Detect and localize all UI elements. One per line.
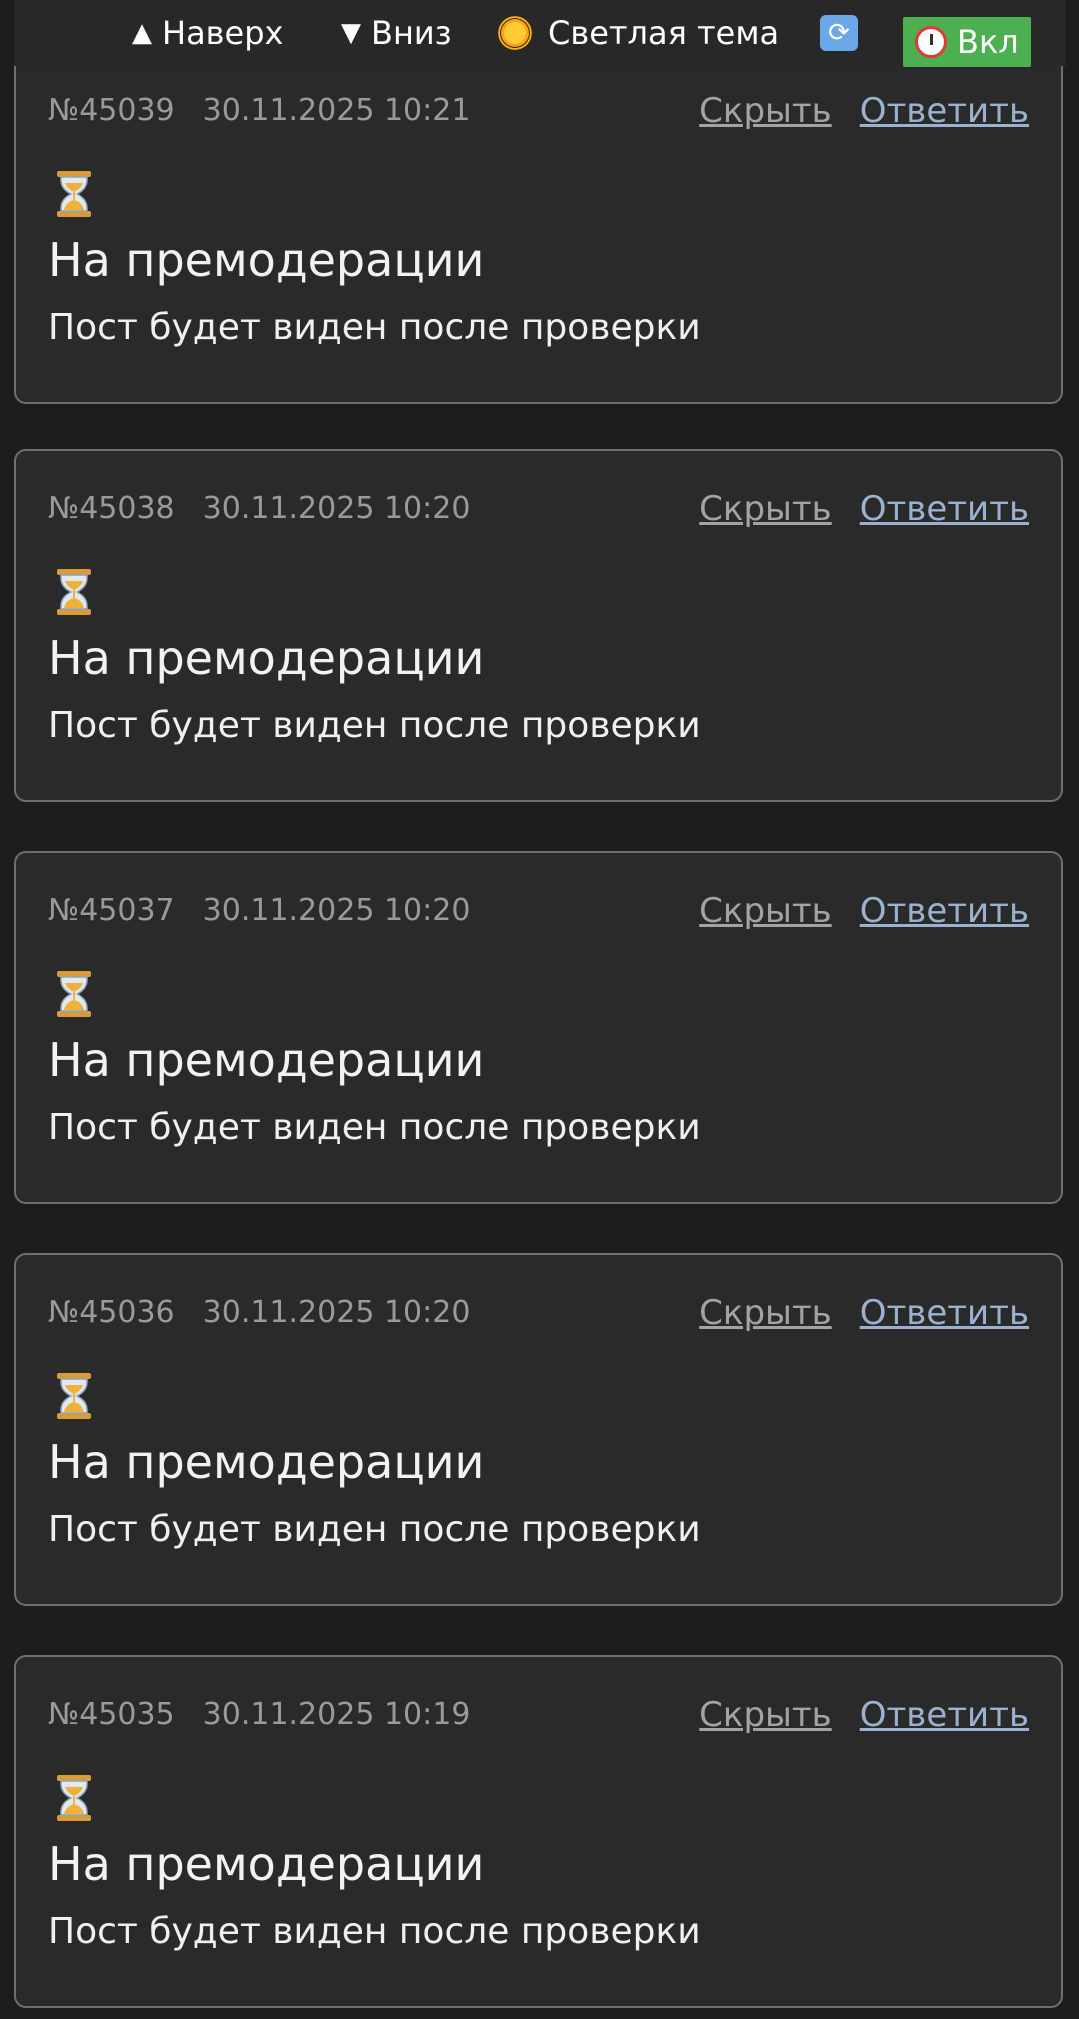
hide-link[interactable]: Скрыть (699, 1695, 832, 1735)
hourglass-icon (57, 971, 91, 1017)
post-status-text: Пост будет виден после проверки (48, 307, 701, 348)
post-card: №45038 30.11.2025 10:20 Скрыть Ответить На… (14, 449, 1063, 802)
hourglass-icon (57, 1775, 91, 1821)
refresh-button[interactable]: ⟳ (820, 0, 858, 66)
scroll-top-button[interactable]: ▲ Наверх (132, 0, 283, 66)
arrow-down-icon: ▼ (341, 18, 361, 48)
reply-link[interactable]: Ответить (860, 489, 1029, 529)
post-status-title: На премодерации (48, 1033, 485, 1087)
post-actions: Скрыть Ответить (699, 891, 1029, 931)
post-status-title: На премодерации (48, 631, 485, 685)
hide-link[interactable]: Скрыть (699, 891, 832, 931)
scroll-bottom-label: Вниз (371, 14, 452, 52)
post-meta: №45038 30.11.2025 10:20 (48, 491, 470, 526)
post-meta: №45035 30.11.2025 10:19 (48, 1697, 470, 1732)
alarm-clock-icon (915, 26, 947, 58)
post-card: №45037 30.11.2025 10:20 Скрыть Ответить На… (14, 851, 1063, 1204)
theme-toggle-button[interactable]: Светлая тема (496, 0, 779, 66)
top-toolbar: ▲ Наверх ▼ Вниз Светлая тема ⟳ Вкл (14, 0, 1066, 67)
post-actions: Скрыть Ответить (699, 1695, 1029, 1735)
sun-icon (496, 14, 534, 52)
reply-link[interactable]: Ответить (860, 91, 1029, 131)
hide-link[interactable]: Скрыть (699, 489, 832, 529)
post-status-title: На премодерации (48, 233, 485, 287)
post-status-text: Пост будет виден после проверки (48, 705, 701, 746)
post-actions: Скрыть Ответить (699, 1293, 1029, 1333)
post-card: №45035 30.11.2025 10:19 Скрыть Ответить На… (14, 1655, 1063, 2008)
post-number: №45038 (48, 491, 175, 526)
auto-refresh-toggle[interactable]: Вкл (903, 17, 1031, 67)
hourglass-icon (57, 171, 91, 217)
hourglass-icon (57, 569, 91, 615)
refresh-icon: ⟳ (820, 15, 858, 51)
post-actions: Скрыть Ответить (699, 91, 1029, 131)
arrow-up-icon: ▲ (132, 18, 152, 48)
post-status-text: Пост будет виден после проверки (48, 1107, 701, 1148)
post-actions: Скрыть Ответить (699, 489, 1029, 529)
post-datetime: 30.11.2025 10:20 (202, 1295, 471, 1330)
post-number: №45035 (48, 1697, 175, 1732)
post-status-title: На премодерации (48, 1837, 485, 1891)
post-number: №45037 (48, 893, 175, 928)
reply-link[interactable]: Ответить (860, 891, 1029, 931)
post-number: №45036 (48, 1295, 175, 1330)
hide-link[interactable]: Скрыть (699, 1293, 832, 1333)
page: ▲ Наверх ▼ Вниз Светлая тема ⟳ Вкл №4503… (0, 0, 1079, 2019)
scroll-bottom-button[interactable]: ▼ Вниз (341, 0, 452, 66)
post-meta: №45039 30.11.2025 10:21 (48, 93, 470, 128)
post-datetime: 30.11.2025 10:20 (202, 491, 471, 526)
auto-refresh-label: Вкл (957, 23, 1019, 61)
hourglass-icon (57, 1373, 91, 1419)
post-datetime: 30.11.2025 10:19 (202, 1697, 471, 1732)
hide-link[interactable]: Скрыть (699, 91, 832, 131)
post-meta: №45037 30.11.2025 10:20 (48, 893, 470, 928)
post-status-title: На премодерации (48, 1435, 485, 1489)
scroll-top-label: Наверх (162, 14, 284, 52)
post-status-text: Пост будет виден после проверки (48, 1911, 701, 1952)
post-datetime: 30.11.2025 10:21 (202, 93, 471, 128)
post-card: №45036 30.11.2025 10:20 Скрыть Ответить На… (14, 1253, 1063, 1606)
post-number: №45039 (48, 93, 175, 128)
post-datetime: 30.11.2025 10:20 (202, 893, 471, 928)
reply-link[interactable]: Ответить (860, 1293, 1029, 1333)
post-status-text: Пост будет виден после проверки (48, 1509, 701, 1550)
theme-toggle-label: Светлая тема (548, 14, 780, 52)
post-meta: №45036 30.11.2025 10:20 (48, 1295, 470, 1330)
reply-link[interactable]: Ответить (860, 1695, 1029, 1735)
